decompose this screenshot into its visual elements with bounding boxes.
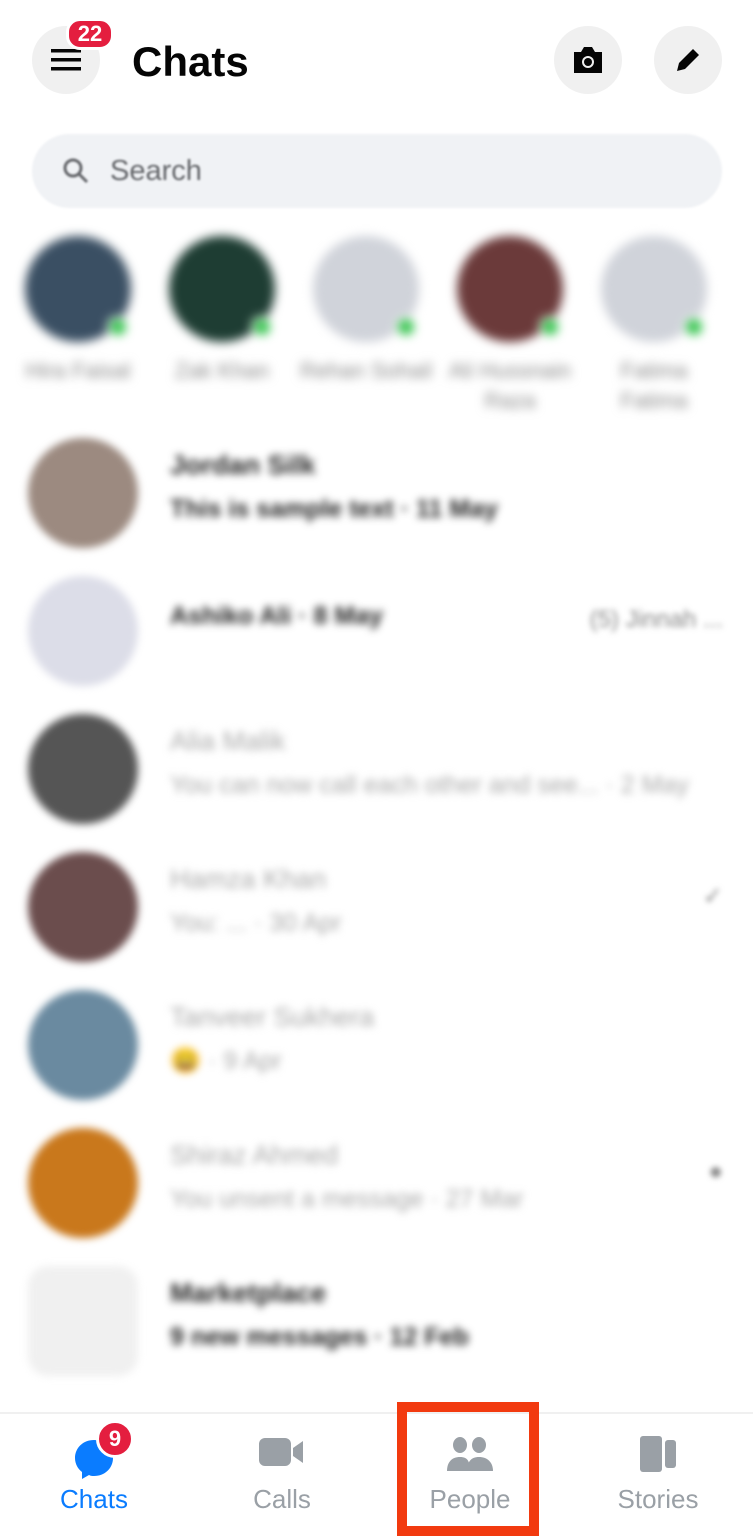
stories-icon: [640, 1436, 676, 1472]
avatar: [28, 990, 138, 1100]
compose-button[interactable]: [654, 26, 722, 94]
search-icon: [63, 158, 89, 184]
chat-status: ✓: [702, 883, 723, 910]
chat-name: Tanveer Sukhera: [170, 1002, 375, 1032]
story-name: Ali Hussnain Raza: [448, 358, 572, 413]
story-item[interactable]: Ali Hussnain Raza: [440, 236, 580, 416]
tab-stories[interactable]: Stories: [564, 1414, 752, 1538]
story-name: Hira Faisal: [25, 358, 131, 383]
chat-row[interactable]: Shiraz Ahmed You unsent a message · 27 Ma…: [0, 1118, 753, 1248]
online-indicator: [539, 316, 561, 338]
video-camera-icon: [259, 1438, 303, 1466]
chat-name: Shiraz Ahmed: [170, 1140, 339, 1170]
chats-badge: 9: [96, 1420, 134, 1458]
people-highlight-box: [397, 1402, 539, 1536]
chat-preview: This is sample text · 11 May: [170, 495, 498, 523]
search-input[interactable]: Search: [32, 134, 722, 208]
chat-status: (5) Jinnah ...: [589, 606, 723, 633]
story-name: Fatima Fatima: [620, 358, 688, 413]
chat-name: Hamza Khan: [170, 864, 327, 894]
chat-row[interactable]: Marketplace 9 new messages · 12 Feb: [0, 1256, 753, 1386]
tab-chats[interactable]: 9 Chats: [0, 1414, 188, 1538]
chat-row[interactable]: Hamza Khan You: ... · 30 Apr ✓: [0, 842, 753, 972]
online-indicator: [251, 316, 273, 338]
story-item[interactable]: Rehan Sohail: [296, 236, 436, 386]
tab-label: Chats: [60, 1484, 128, 1514]
chat-row[interactable]: Alia Malik You can now call each other an…: [0, 704, 753, 834]
chat-status: ●: [708, 1158, 724, 1185]
header: 22 Chats: [0, 0, 753, 120]
chat-preview: You: ... · 30 Apr: [170, 909, 342, 937]
chat-row[interactable]: Jordan Silk This is sample text · 11 May: [0, 428, 753, 558]
avatar: [28, 714, 138, 824]
hamburger-icon: [51, 49, 81, 71]
story-item[interactable]: Fatima Fatima: [584, 236, 724, 416]
avatar: [25, 236, 131, 342]
page-title: Chats: [132, 38, 249, 85]
tab-label: Calls: [253, 1484, 311, 1514]
online-indicator: [683, 316, 705, 338]
chat-preview: 9 new messages · 12 Feb: [170, 1323, 469, 1351]
story-name: Rehan Sohail: [299, 358, 433, 383]
camera-icon: [574, 47, 602, 73]
chat-preview: You unsent a message · 27 Mar: [170, 1185, 524, 1213]
avatar: [28, 852, 138, 962]
bottom-nav: 9 Chats Calls People Stories: [0, 1412, 753, 1536]
camera-button[interactable]: [554, 26, 622, 94]
story-name: Zak Khan: [174, 358, 270, 383]
chat-preview: 😀 · 9 Apr: [170, 1047, 282, 1075]
avatar: [28, 576, 138, 686]
avatar: [169, 236, 275, 342]
chat-preview: Ashiko Ali · 8 May: [170, 602, 384, 630]
avatar: [28, 438, 138, 548]
chat-name: Alia Malik: [170, 726, 286, 756]
story-item[interactable]: Zak Khan: [152, 236, 292, 386]
tab-label: Stories: [617, 1484, 699, 1514]
chat-preview: You can now call each other and see... ·…: [170, 771, 689, 799]
avatar: [601, 236, 707, 342]
menu-badge: 22: [66, 18, 114, 50]
tab-calls[interactable]: Calls: [188, 1414, 376, 1538]
online-indicator: [395, 316, 417, 338]
chat-row[interactable]: Tanveer Sukhera 😀 · 9 Apr: [0, 980, 753, 1110]
search-placeholder: Search: [110, 154, 202, 187]
active-now-row: Hira Faisal Zak Khan Rehan Sohail Ali Hussn…: [0, 236, 753, 416]
chat-name: Jordan Silk: [170, 450, 316, 480]
pencil-icon: [677, 49, 699, 71]
avatar: [313, 236, 419, 342]
avatar: [457, 236, 563, 342]
avatar: [28, 1128, 138, 1238]
online-indicator: [107, 316, 129, 338]
avatar: [28, 1266, 138, 1376]
chat-name: Marketplace: [170, 1278, 327, 1308]
chat-row[interactable]: Ashiko Ali · 8 May (5) Jinnah ...: [0, 566, 753, 696]
story-item[interactable]: Hira Faisal: [8, 236, 148, 386]
